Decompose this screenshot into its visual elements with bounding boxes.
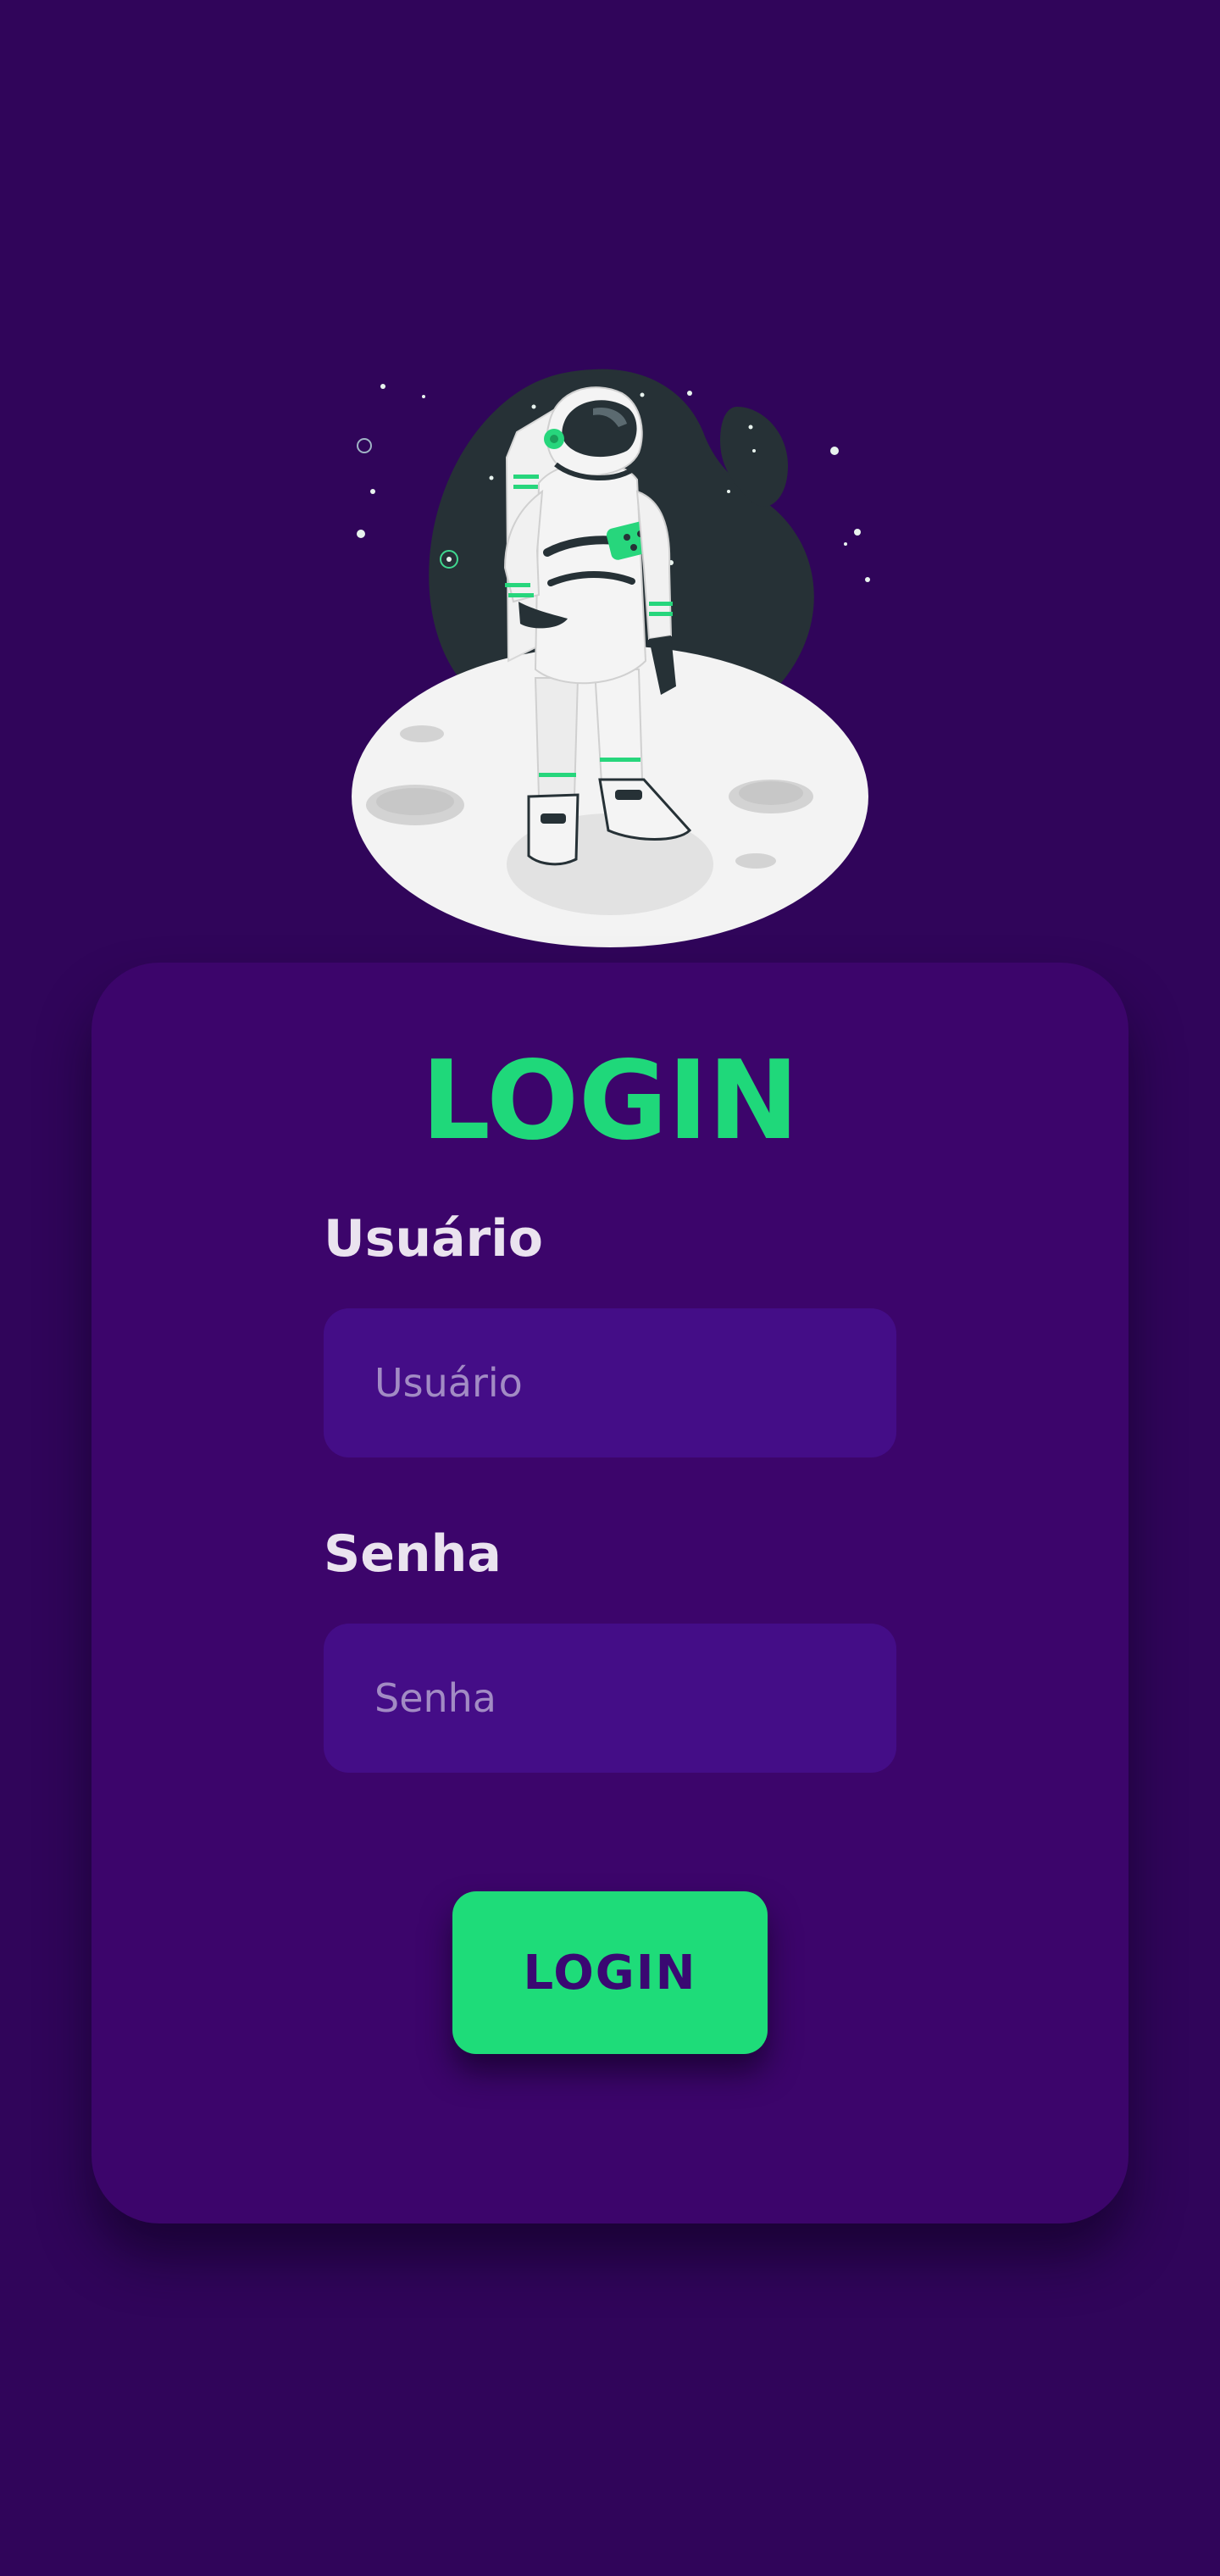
password-label: Senha bbox=[324, 1524, 502, 1584]
password-input[interactable] bbox=[324, 1624, 896, 1773]
astronaut-illustration bbox=[352, 369, 870, 947]
username-input[interactable] bbox=[324, 1308, 896, 1457]
login-button[interactable]: LOGIN bbox=[452, 1891, 768, 2054]
login-card: LOGIN Usuário Senha LOGIN bbox=[92, 963, 1128, 2223]
username-label: Usuário bbox=[324, 1209, 544, 1269]
login-title: LOGIN bbox=[421, 1038, 799, 1164]
